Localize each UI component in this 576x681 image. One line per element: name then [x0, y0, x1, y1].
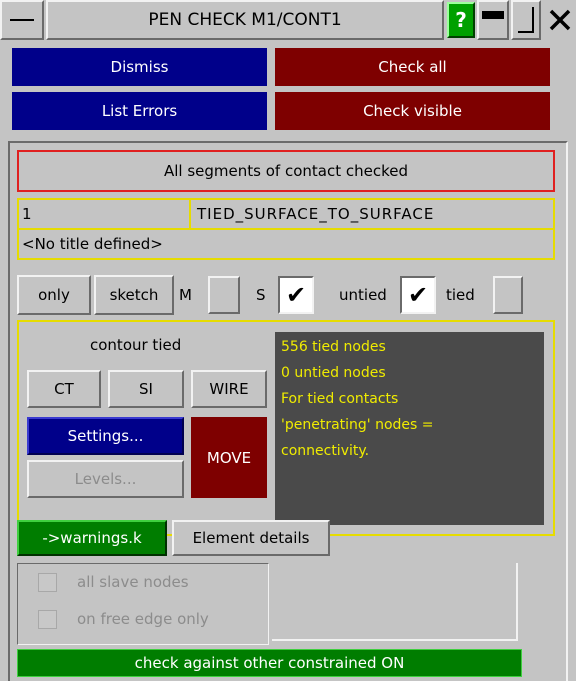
s-label: S: [256, 286, 266, 304]
free-edge-only-option[interactable]: on free edge only: [38, 605, 209, 633]
window-title: PEN CHECK M1/CONT1: [46, 0, 444, 40]
info-line: 0 untied nodes: [281, 365, 386, 381]
info-line: For tied contacts: [281, 391, 399, 407]
help-icon: ?: [455, 8, 467, 32]
window-menu-button[interactable]: [0, 0, 44, 40]
levels-button[interactable]: Levels...: [27, 460, 184, 498]
s-checkbox[interactable]: ✔: [278, 276, 314, 314]
contour-info-panel: 556 tied nodes 0 untied nodes For tied c…: [275, 332, 544, 525]
checkmark-icon: ✔: [407, 281, 429, 309]
element-details-button[interactable]: Element details: [172, 520, 330, 556]
minimize-button[interactable]: [477, 0, 509, 40]
tied-toggle[interactable]: [493, 276, 523, 314]
window-menu-icon: [10, 19, 34, 21]
check-all-button[interactable]: Check all: [275, 48, 550, 86]
warnings-button[interactable]: ->warnings.k: [17, 520, 167, 556]
checkbox-icon: [38, 572, 57, 592]
status-message: All segments of contact checked: [17, 150, 555, 192]
ct-button[interactable]: CT: [27, 370, 101, 408]
wire-button[interactable]: WIRE: [191, 370, 267, 408]
tied-label: tied: [446, 286, 475, 304]
untied-label: untied: [339, 286, 387, 304]
only-button[interactable]: only: [17, 275, 91, 315]
info-line: connectivity.: [281, 443, 370, 459]
list-errors-button[interactable]: List Errors: [12, 92, 267, 130]
maximize-button[interactable]: [511, 0, 541, 40]
close-button[interactable]: [543, 0, 576, 40]
settings-button[interactable]: Settings...: [27, 417, 184, 455]
contact-title: <No title defined>: [17, 228, 555, 260]
minimize-icon: [482, 11, 504, 19]
checkbox-icon: [38, 609, 57, 629]
m-toggle[interactable]: [208, 276, 240, 314]
all-slave-nodes-option[interactable]: all slave nodes: [38, 568, 189, 596]
info-line: 'penetrating' nodes =: [281, 417, 434, 433]
contact-id: 1: [17, 198, 191, 230]
contour-title: contour tied: [90, 336, 182, 354]
dismiss-button[interactable]: Dismiss: [12, 48, 267, 86]
info-line: 556 tied nodes: [281, 339, 386, 355]
move-button[interactable]: MOVE: [191, 417, 267, 498]
contact-type: TIED_SURFACE_TO_SURFACE: [189, 198, 555, 230]
check-visible-button[interactable]: Check visible: [275, 92, 550, 130]
close-icon: [549, 9, 570, 31]
maximize-icon: [518, 7, 534, 33]
sketch-button[interactable]: sketch: [94, 275, 174, 315]
checkmark-icon: ✔: [285, 281, 307, 309]
untied-checkbox[interactable]: ✔: [400, 276, 436, 314]
slave-options-divider: [272, 563, 518, 641]
help-button[interactable]: ?: [447, 2, 475, 38]
constrained-toggle-button[interactable]: check against other constrained ON: [17, 649, 522, 677]
si-button[interactable]: SI: [108, 370, 184, 408]
m-label: M: [179, 286, 192, 304]
